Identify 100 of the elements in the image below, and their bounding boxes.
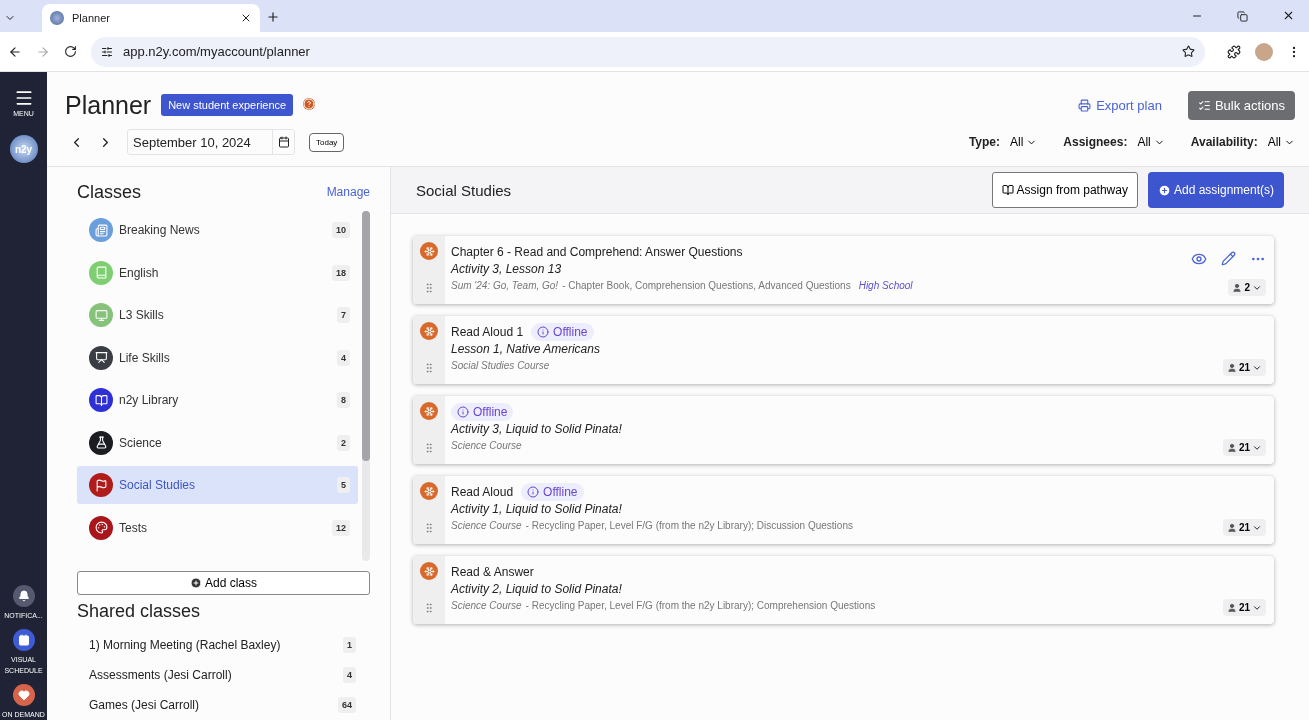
assignment-subtitle: Activity 2, Liquid to Solid Pinata! (451, 582, 623, 596)
shared-class-item[interactable]: 1) Morning Meeting (Rachel Baxley) (89, 638, 343, 652)
bell-icon[interactable] (12, 585, 35, 607)
snowflake-icon (420, 482, 438, 500)
assignment-title[interactable]: Read Aloud 1 (451, 325, 524, 339)
class-item[interactable]: Life Skills 4 (77, 338, 358, 377)
person-icon (1226, 602, 1237, 613)
class-count: 4 (343, 667, 356, 683)
info-icon (537, 326, 550, 338)
course-name: Sum '24: Go, Team, Go! (451, 280, 559, 291)
bulk-actions-button[interactable]: Bulk actions (1187, 90, 1295, 120)
person-icon (1226, 522, 1237, 533)
view-icon[interactable] (1191, 251, 1207, 267)
person-icon (1226, 442, 1237, 453)
assignment-subtitle: Activity 3, Liquid to Solid Pinata! (451, 422, 623, 436)
help-icon[interactable] (303, 98, 316, 110)
class-count: 5 (337, 477, 350, 494)
assignment-title[interactable]: Read & Answer (451, 565, 534, 579)
assign-from-pathway-button[interactable]: Assign from pathway (991, 172, 1138, 208)
shared-class-item[interactable]: Assessments (Jesi Carroll) (89, 668, 343, 682)
calendar-icon[interactable] (277, 136, 290, 148)
class-item[interactable]: Science 2 (77, 423, 358, 462)
assignment-subtitle: Lesson 1, Native Americans (451, 342, 601, 356)
address-bar[interactable]: app.n2y.com/myaccount/planner (91, 36, 1205, 67)
shared-class-item[interactable]: Games (Jesi Carroll) (89, 698, 338, 712)
calendar-icon[interactable] (12, 629, 35, 651)
course-details: - Recycling Paper, Level F/G (from the n2y Library); Comprehension Questions (525, 600, 876, 611)
checklist-icon (1197, 98, 1211, 112)
reload-icon[interactable] (64, 45, 77, 58)
assignees-button[interactable]: 2 (1228, 279, 1266, 296)
extensions-icon[interactable] (1227, 44, 1241, 59)
bookmark-icon[interactable] (1182, 45, 1195, 58)
panel-title: Social Studies (416, 181, 513, 199)
assignees-button[interactable]: 21 (1222, 519, 1266, 536)
person-icon (1232, 282, 1243, 293)
course-details: - Chapter Book, Comprehension Questions, Advanced Questions (562, 280, 851, 291)
course-name: Social Studies Course (451, 360, 550, 371)
info-icon (527, 486, 540, 498)
plus-icon (190, 577, 202, 589)
manage-link[interactable]: Manage (326, 185, 370, 199)
drag-handle-icon[interactable] (423, 282, 435, 294)
class-item[interactable]: Social Studies 5 (77, 466, 358, 505)
assignees-button[interactable]: 21 (1222, 359, 1266, 376)
class-count: 2 (337, 434, 350, 451)
back-icon[interactable] (8, 44, 22, 59)
drag-handle-icon[interactable] (423, 362, 435, 374)
course-name: Science Course (451, 520, 522, 531)
favicon-icon (50, 11, 64, 25)
date-field[interactable]: September 10, 2024 (127, 129, 295, 155)
filter-label: Availability: (1190, 135, 1258, 149)
drag-handle-icon[interactable] (423, 522, 435, 534)
snowflake-icon (420, 562, 438, 580)
printer-icon (1078, 98, 1092, 112)
assignees-button[interactable]: 21 (1222, 599, 1266, 616)
shared-classes-heading: Shared classes (77, 601, 202, 622)
plus-icon (1157, 183, 1171, 197)
book-icon (1001, 184, 1014, 196)
page-title: Planner (65, 90, 152, 120)
assignees-button[interactable]: 21 (1222, 439, 1266, 456)
classes-heading: Classes (77, 181, 142, 203)
offline-badge: Offline (521, 483, 584, 501)
class-count: 1 (343, 637, 356, 653)
add-class-button[interactable]: Add class (77, 571, 370, 595)
class-count: 8 (337, 392, 350, 409)
scrollbar[interactable] (362, 211, 370, 562)
class-count: 64 (338, 697, 356, 713)
drag-handle-icon[interactable] (423, 602, 435, 614)
export-plan-link[interactable]: Export plan (1072, 96, 1168, 114)
add-assignment-button[interactable]: Add assignment(s) (1147, 172, 1284, 208)
assignment-title[interactable]: Chapter 6 - Read and Comprehend: Answer Questions (451, 245, 743, 259)
filter-dropdown[interactable]: All (1267, 135, 1295, 149)
filter-dropdown[interactable]: All (1010, 135, 1038, 149)
class-count: 7 (337, 307, 350, 324)
browser-tab[interactable]: Planner (42, 4, 260, 32)
class-item[interactable]: Tests 12 (77, 508, 358, 547)
class-item[interactable]: Breaking News 10 (77, 211, 358, 250)
course-name: Science Course (451, 600, 522, 611)
snowflake-icon (420, 402, 438, 420)
assignment-subtitle: Activity 1, Liquid to Solid Pinata! (451, 502, 623, 516)
site-settings-icon[interactable] (101, 45, 113, 58)
drag-handle-icon[interactable] (423, 442, 435, 454)
assignment-title[interactable]: Read Aloud (451, 485, 514, 499)
class-item[interactable]: English 18 (77, 253, 358, 292)
grade-tag: High School (858, 280, 913, 291)
class-count: 18 (332, 264, 350, 281)
filter-label: Type: (968, 135, 1000, 149)
class-item[interactable]: L3 Skills 7 (77, 296, 358, 335)
new-experience-badge[interactable]: New student experience (161, 94, 294, 116)
new-tab-icon[interactable] (266, 10, 280, 24)
class-count: 4 (337, 349, 350, 366)
filter-dropdown[interactable]: All (1137, 135, 1165, 149)
assignment-subtitle: Activity 3, Lesson 13 (451, 262, 563, 276)
person-icon (1226, 362, 1237, 373)
close-icon[interactable] (240, 12, 252, 24)
class-count: 12 (332, 519, 350, 536)
edit-icon[interactable] (1221, 251, 1236, 266)
restore-icon[interactable] (1237, 11, 1248, 22)
today-button[interactable]: Today (309, 132, 345, 152)
close-window-icon[interactable] (1282, 9, 1295, 22)
class-item[interactable]: n2y Library 8 (77, 381, 358, 420)
